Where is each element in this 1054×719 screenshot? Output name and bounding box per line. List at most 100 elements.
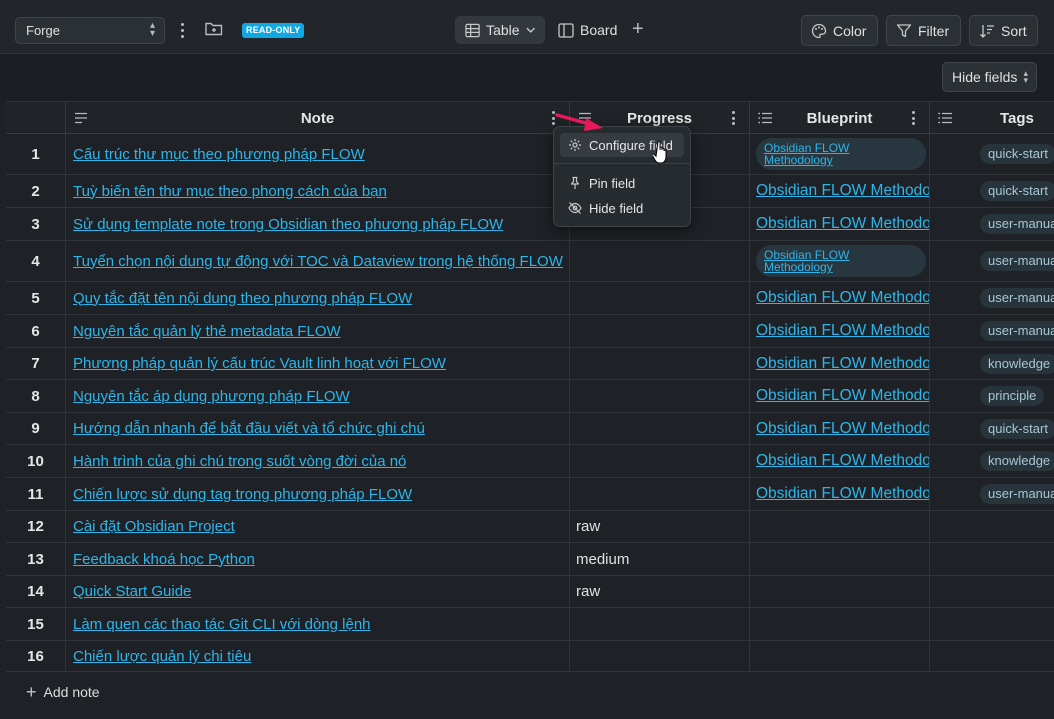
- note-link[interactable]: Quy tắc đặt tên nội dung theo phương phá…: [73, 290, 412, 307]
- column-header-blueprint[interactable]: Blueprint: [750, 102, 930, 135]
- blueprint-link[interactable]: Obsidian FLOW Methodology: [756, 289, 929, 307]
- column-title-blueprint: Blueprint: [806, 110, 873, 127]
- table-row[interactable]: 14 Quick Start Guide raw: [6, 576, 1054, 608]
- table-header: Note Progress Blueprint Tags: [6, 101, 1054, 135]
- note-link[interactable]: Phương pháp quản lý cấu trúc Vault linh …: [73, 355, 446, 372]
- blueprint-link[interactable]: Obsidian FLOW Methodology: [756, 355, 929, 373]
- table-row[interactable]: 16 Chiến lược quản lý chi tiêu: [6, 641, 1054, 673]
- updown-chevron-icon: ▴ ▾: [1023, 68, 1028, 85]
- note-link[interactable]: Feedback khoá học Python: [73, 551, 255, 568]
- table-row[interactable]: 2 Tuỳ biến tên thư mục theo phong cách củ…: [6, 175, 1054, 208]
- note-link[interactable]: Sử dụng template note trong Obsidian the…: [73, 216, 503, 233]
- note-link[interactable]: Chiến lược sử dụng tag trong phương pháp…: [73, 486, 412, 503]
- note-link[interactable]: Cài đặt Obsidian Project: [73, 518, 235, 535]
- add-view-icon[interactable]: +: [632, 18, 644, 40]
- blueprint-link[interactable]: Obsidian FLOW Methodology: [756, 182, 929, 200]
- table-row[interactable]: 5 Quy tắc đặt tên nội dung theo phương ph…: [6, 282, 1054, 315]
- note-link[interactable]: Chiến lược quản lý chi tiêu: [73, 648, 251, 665]
- tag-pill[interactable]: principle: [980, 386, 1045, 406]
- column-menu-icon[interactable]: [731, 111, 735, 125]
- toolbar: Forge ▴ ▾ READ-ONLY Table Board + Color …: [0, 0, 1054, 54]
- progress-cell[interactable]: [570, 282, 750, 314]
- plus-icon: +: [26, 681, 37, 702]
- add-note-button[interactable]: + Add note: [6, 671, 1054, 711]
- blueprint-link[interactable]: Obsidian FLOW Methodology: [756, 322, 929, 340]
- blueprint-link[interactable]: Obsidian FLOW Methodology: [756, 452, 929, 470]
- tags-cell: principle: [930, 380, 1054, 412]
- tag-pill[interactable]: knowledge: [980, 353, 1054, 374]
- column-title-note: Note: [300, 110, 335, 127]
- note-link[interactable]: Nguyên tắc quản lý thẻ metadata FLOW: [73, 323, 341, 340]
- progress-cell[interactable]: [570, 608, 750, 640]
- sort-button[interactable]: Sort: [969, 15, 1038, 46]
- tab-board[interactable]: Board: [548, 16, 628, 44]
- color-button[interactable]: Color: [801, 15, 878, 46]
- menu-item-label: Pin field: [589, 175, 636, 191]
- table-row[interactable]: 15 Làm quen các thao tác Git CLI với dòng…: [6, 608, 1054, 641]
- tag-pill[interactable]: quick-start: [980, 144, 1054, 164]
- progress-cell[interactable]: medium: [570, 543, 750, 575]
- table-row[interactable]: 8 Nguyên tắc áp dụng phương pháp FLOW Obsi…: [6, 380, 1054, 413]
- blueprint-link[interactable]: Obsidian FLOW Methodology: [756, 420, 929, 438]
- tag-pill[interactable]: user-manual: [980, 484, 1054, 504]
- note-link[interactable]: Tuyển chọn nội dung tự động với TOC và D…: [73, 253, 563, 270]
- blueprint-cell: Obsidian FLOW Methodology: [750, 208, 930, 240]
- progress-cell[interactable]: raw: [570, 576, 750, 607]
- tags-cell: [930, 576, 1054, 607]
- filter-button[interactable]: Filter: [886, 15, 961, 46]
- table-row[interactable]: 4 Tuyển chọn nội dung tự động với TOC và …: [6, 241, 1054, 282]
- table-row[interactable]: 11 Chiến lược sử dụng tag trong phương ph…: [6, 478, 1054, 511]
- tag-pill[interactable]: user-manual: [980, 251, 1054, 271]
- progress-cell[interactable]: [570, 380, 750, 412]
- filter-icon: [896, 23, 912, 37]
- progress-cell[interactable]: [570, 413, 750, 444]
- more-options-icon[interactable]: [176, 20, 188, 40]
- tag-pill[interactable]: quick-start: [980, 418, 1054, 439]
- note-link[interactable]: Nguyên tắc áp dụng phương pháp FLOW: [73, 388, 350, 405]
- table-row[interactable]: 1 Cấu trúc thư mục theo phương pháp FLOW O…: [6, 134, 1054, 175]
- new-folder-icon[interactable]: [205, 21, 223, 36]
- project-select[interactable]: Forge ▴ ▾: [15, 17, 165, 44]
- note-link[interactable]: Làm quen các thao tác Git CLI với dòng l…: [73, 616, 371, 633]
- list-field-icon: [938, 112, 952, 124]
- blueprint-link[interactable]: Obsidian FLOW Methodology: [756, 485, 929, 503]
- column-menu-icon[interactable]: [911, 111, 915, 125]
- table-row[interactable]: 9 Hướng dẫn nhanh để bắt đầu viết và tổ c…: [6, 413, 1054, 445]
- tags-cell: user-manual: [930, 282, 1054, 314]
- column-header-tags[interactable]: Tags: [930, 102, 1054, 135]
- tag-pill[interactable]: knowledge: [980, 451, 1054, 471]
- blueprint-link[interactable]: Obsidian FLOW Methodology: [756, 245, 926, 277]
- table-row[interactable]: 12 Cài đặt Obsidian Project raw: [6, 511, 1054, 543]
- progress-cell[interactable]: [570, 348, 750, 379]
- progress-cell[interactable]: [570, 241, 750, 281]
- progress-cell[interactable]: [570, 315, 750, 347]
- blueprint-link[interactable]: Obsidian FLOW Methodology: [756, 215, 929, 233]
- menu-item-hide-field[interactable]: Hide field: [560, 196, 684, 220]
- progress-cell[interactable]: [570, 445, 750, 477]
- table-row[interactable]: 13 Feedback khoá học Python medium: [6, 543, 1054, 576]
- tag-pill[interactable]: user-manual: [980, 214, 1054, 234]
- table-row[interactable]: 3 Sử dụng template note trong Obsidian th…: [6, 208, 1054, 241]
- menu-item-pin-field[interactable]: Pin field: [560, 171, 684, 195]
- note-link[interactable]: Cấu trúc thư mục theo phương pháp FLOW: [73, 146, 365, 163]
- progress-cell[interactable]: raw: [570, 511, 750, 542]
- progress-cell[interactable]: [570, 478, 750, 510]
- table-row[interactable]: 10 Hành trình của ghi chú trong suốt vòng…: [6, 445, 1054, 478]
- tab-table[interactable]: Table: [455, 16, 545, 44]
- note-link[interactable]: Quick Start Guide: [73, 583, 191, 600]
- note-link[interactable]: Hành trình của ghi chú trong suốt vòng đ…: [73, 453, 406, 470]
- progress-cell[interactable]: [570, 641, 750, 672]
- blueprint-link[interactable]: Obsidian FLOW Methodology: [756, 138, 926, 170]
- table-row[interactable]: 7 Phương pháp quản lý cấu trúc Vault linh…: [6, 348, 1054, 380]
- tag-pill[interactable]: user-manual: [980, 321, 1054, 341]
- column-header-note[interactable]: Note: [66, 102, 570, 135]
- blueprint-link[interactable]: Obsidian FLOW Methodology: [756, 387, 929, 405]
- hide-fields-label: Hide fields: [952, 69, 1018, 85]
- row-number: 11: [6, 478, 66, 510]
- tag-pill[interactable]: user-manual: [980, 288, 1054, 308]
- table-row[interactable]: 6 Nguyên tắc quản lý thẻ metadata FLOW Obs…: [6, 315, 1054, 348]
- note-link[interactable]: Hướng dẫn nhanh để bắt đầu viết và tổ ch…: [73, 420, 425, 437]
- hide-fields-select[interactable]: Hide fields ▴ ▾: [942, 62, 1037, 92]
- note-link[interactable]: Tuỳ biến tên thư mục theo phong cách của…: [73, 183, 387, 200]
- tag-pill[interactable]: quick-start: [980, 181, 1054, 201]
